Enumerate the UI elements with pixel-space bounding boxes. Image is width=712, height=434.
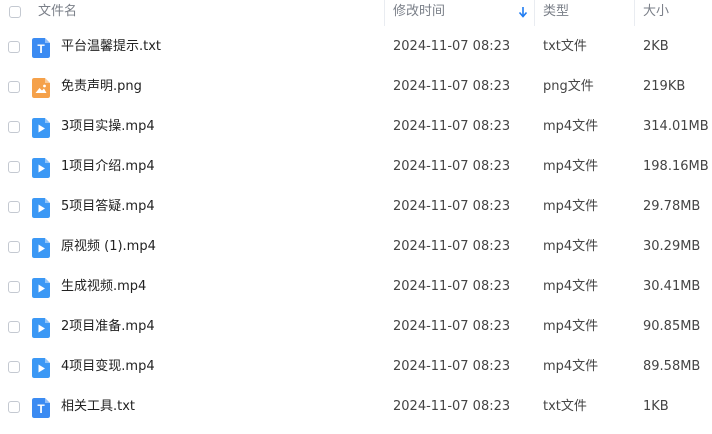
file-modified-time: 2024-11-07 08:23 (393, 319, 511, 334)
file-size: 219KB (643, 79, 686, 94)
column-header-size[interactable]: 大小 (643, 0, 669, 26)
file-modified-time: 2024-11-07 08:23 (393, 199, 511, 214)
file-size: 30.41MB (643, 279, 701, 294)
file-modified-time: 2024-11-07 08:23 (393, 359, 511, 374)
file-row[interactable]: 5项目答疑.mp4 2024-11-07 08:23 mp4文件 29.78MB (0, 187, 712, 227)
file-row[interactable]: 免责声明.png 2024-11-07 08:23 png文件 219KB (0, 67, 712, 107)
row-checkbox[interactable] (8, 401, 20, 413)
svg-text:T: T (37, 42, 45, 56)
file-row[interactable]: 2项目准备.mp4 2024-11-07 08:23 mp4文件 90.85MB (0, 307, 712, 347)
select-all-checkbox[interactable] (9, 6, 21, 18)
file-name[interactable]: 5项目答疑.mp4 (61, 187, 155, 227)
file-size: 198.16MB (643, 159, 709, 174)
file-row[interactable]: T 相关工具.txt 2024-11-07 08:23 txt文件 1KB (0, 387, 712, 427)
file-type: txt文件 (543, 39, 587, 54)
file-modified-time: 2024-11-07 08:23 (393, 39, 511, 54)
file-modified-time: 2024-11-07 08:23 (393, 119, 511, 134)
image-file-icon (32, 78, 50, 98)
text-file-icon: T (32, 398, 50, 418)
file-row[interactable]: 原视频 (1).mp4 2024-11-07 08:23 mp4文件 30.29MB (0, 227, 712, 267)
column-header-type[interactable]: 类型 (543, 0, 569, 26)
column-divider[interactable] (634, 0, 635, 26)
file-name[interactable]: 生成视频.mp4 (61, 267, 146, 307)
row-checkbox[interactable] (8, 321, 20, 333)
file-type: mp4文件 (543, 159, 599, 174)
file-type: mp4文件 (543, 119, 599, 134)
file-row[interactable]: 生成视频.mp4 2024-11-07 08:23 mp4文件 30.41MB (0, 267, 712, 307)
svg-text:T: T (37, 402, 45, 416)
text-file-icon: T (32, 38, 50, 58)
row-checkbox[interactable] (8, 161, 20, 173)
file-name[interactable]: 免责声明.png (61, 67, 142, 107)
column-divider[interactable] (534, 0, 535, 26)
file-name[interactable]: 原视频 (1).mp4 (61, 227, 156, 267)
file-row[interactable]: 1项目介绍.mp4 2024-11-07 08:23 mp4文件 198.16MB (0, 147, 712, 187)
file-name[interactable]: 3项目实操.mp4 (61, 107, 155, 147)
file-modified-time: 2024-11-07 08:23 (393, 79, 511, 94)
file-type: mp4文件 (543, 359, 599, 374)
video-file-icon (32, 238, 50, 258)
column-header-name[interactable]: 文件名 (38, 0, 77, 26)
sort-descending-icon[interactable] (518, 6, 528, 18)
column-header-modified[interactable]: 修改时间 (393, 0, 445, 26)
video-file-icon (32, 118, 50, 138)
file-type: png文件 (543, 79, 594, 94)
file-row[interactable]: 3项目实操.mp4 2024-11-07 08:23 mp4文件 314.01MB (0, 107, 712, 147)
file-type: txt文件 (543, 399, 587, 414)
video-file-icon (32, 198, 50, 218)
file-list-header: 文件名 修改时间 类型 大小 (0, 0, 712, 26)
row-checkbox[interactable] (8, 121, 20, 133)
file-name[interactable]: 2项目准备.mp4 (61, 307, 155, 347)
row-checkbox[interactable] (8, 361, 20, 373)
file-size: 89.58MB (643, 359, 701, 374)
file-size: 1KB (643, 399, 669, 414)
file-name[interactable]: 1项目介绍.mp4 (61, 147, 155, 187)
video-file-icon (32, 278, 50, 298)
file-modified-time: 2024-11-07 08:23 (393, 399, 511, 414)
column-divider[interactable] (384, 0, 385, 26)
file-size: 314.01MB (643, 119, 709, 134)
row-checkbox[interactable] (8, 41, 20, 53)
file-row[interactable]: T 平台温馨提示.txt 2024-11-07 08:23 txt文件 2KB (0, 27, 712, 67)
file-modified-time: 2024-11-07 08:23 (393, 279, 511, 294)
video-file-icon (32, 358, 50, 378)
file-modified-time: 2024-11-07 08:23 (393, 239, 511, 254)
row-checkbox[interactable] (8, 81, 20, 93)
video-file-icon (32, 158, 50, 178)
file-name[interactable]: 4项目变现.mp4 (61, 347, 155, 387)
file-type: mp4文件 (543, 199, 599, 214)
row-checkbox[interactable] (8, 281, 20, 293)
file-size: 30.29MB (643, 239, 701, 254)
file-type: mp4文件 (543, 239, 599, 254)
file-size: 29.78MB (643, 199, 701, 214)
video-file-icon (32, 318, 50, 338)
file-size: 90.85MB (643, 319, 701, 334)
file-size: 2KB (643, 39, 669, 54)
file-list: 文件名 修改时间 类型 大小 T 平台温馨提示.txt 2024-11-07 08:… (0, 0, 712, 434)
file-modified-time: 2024-11-07 08:23 (393, 159, 511, 174)
row-checkbox[interactable] (8, 241, 20, 253)
row-checkbox[interactable] (8, 201, 20, 213)
file-row[interactable]: 4项目变现.mp4 2024-11-07 08:23 mp4文件 89.58MB (0, 347, 712, 387)
file-type: mp4文件 (543, 279, 599, 294)
file-type: mp4文件 (543, 319, 599, 334)
file-name[interactable]: 相关工具.txt (61, 387, 135, 427)
file-name[interactable]: 平台温馨提示.txt (61, 27, 161, 67)
